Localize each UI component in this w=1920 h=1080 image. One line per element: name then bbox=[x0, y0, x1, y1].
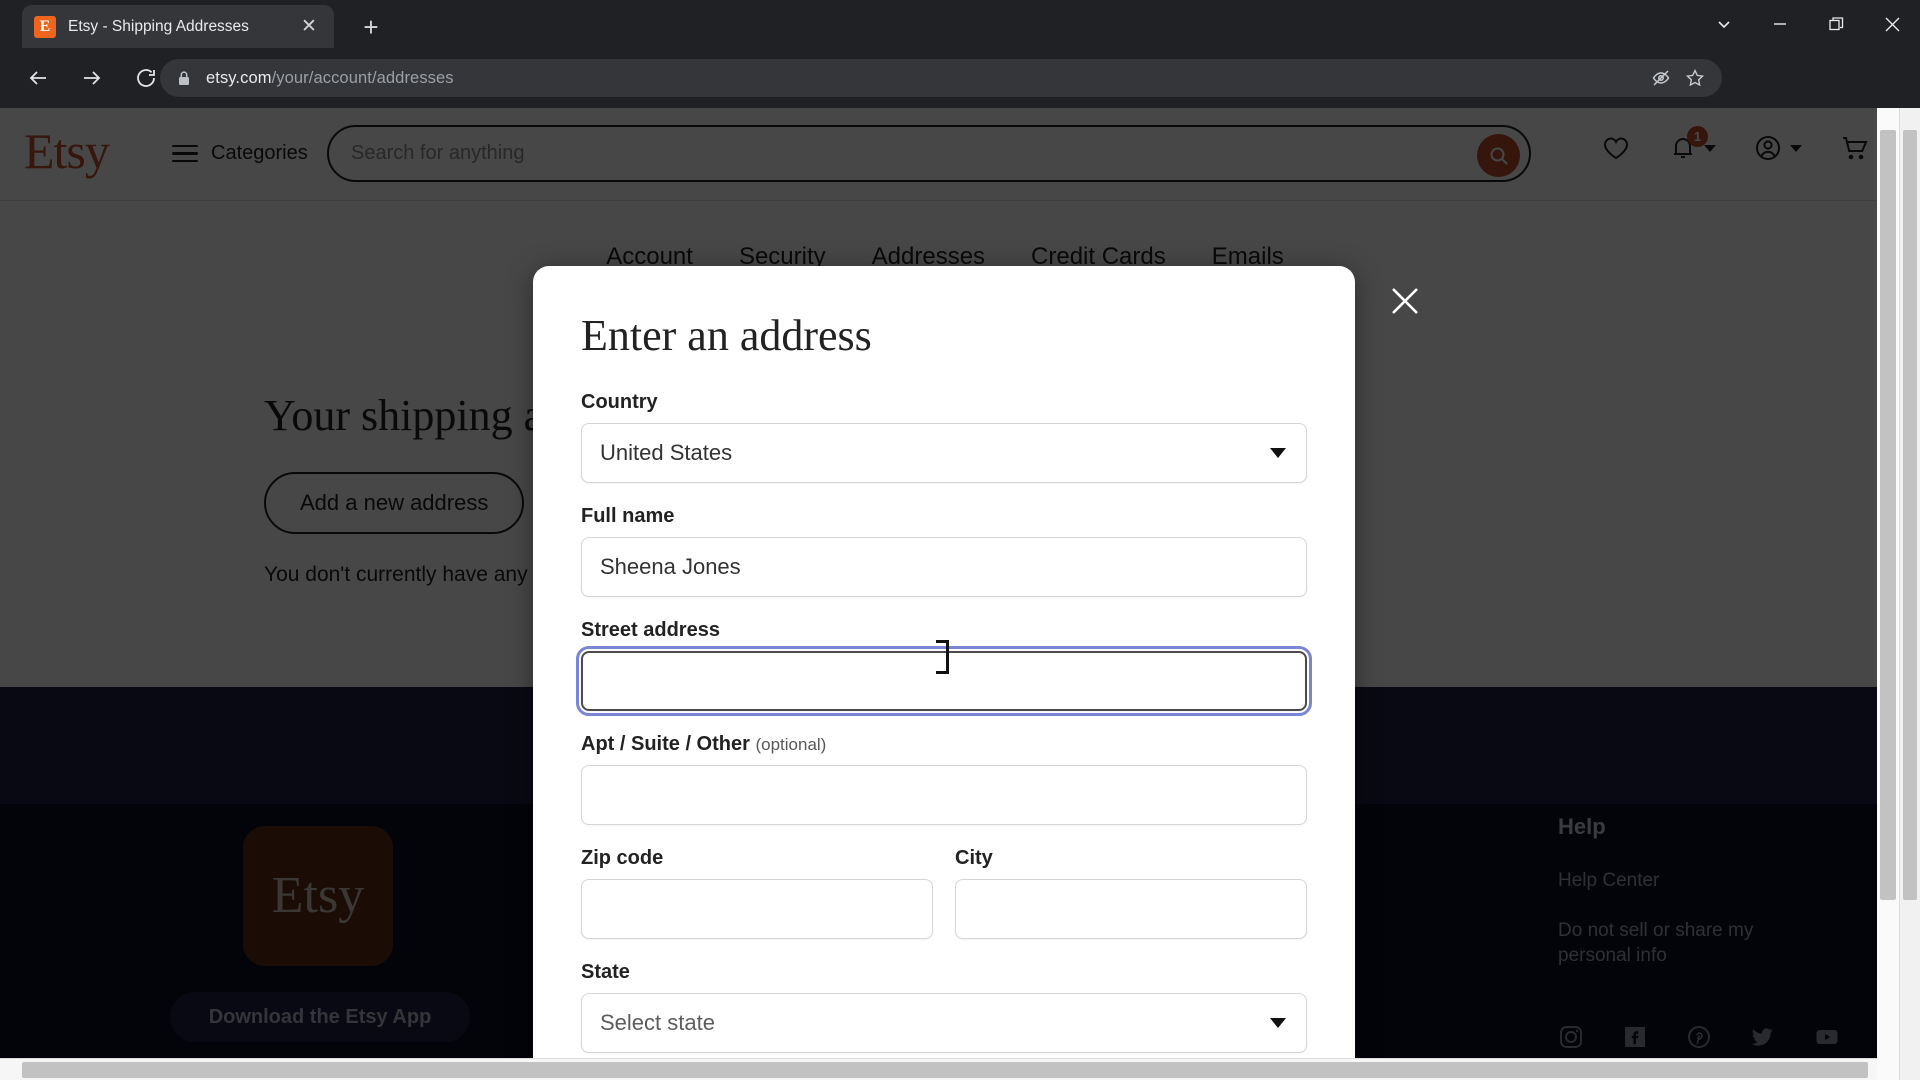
close-modal-icon[interactable] bbox=[1388, 284, 1422, 318]
city-label: City bbox=[955, 847, 993, 869]
text-cursor bbox=[936, 640, 949, 674]
full-name-label: Full name bbox=[581, 505, 675, 527]
tab-title: Etsy - Shipping Addresses bbox=[68, 17, 249, 35]
chevron-down-icon bbox=[1270, 448, 1286, 458]
zip-code-input[interactable] bbox=[581, 879, 933, 939]
field-city: City bbox=[955, 847, 1307, 939]
scroll-down-arrow-icon[interactable] bbox=[1877, 1059, 1899, 1080]
page-viewport: Etsy Categories Search for anything bbox=[0, 108, 1920, 1080]
etsy-page: Etsy Categories Search for anything bbox=[0, 108, 1890, 1080]
tab-search-icon[interactable] bbox=[1696, 0, 1752, 48]
browser-window: E Etsy - Shipping Addresses ✕ + etsy.com… bbox=[0, 0, 1920, 1080]
browser-tab[interactable]: E Etsy - Shipping Addresses ✕ bbox=[22, 5, 334, 48]
back-arrow-icon[interactable] bbox=[16, 56, 60, 100]
window-scroll-thumb[interactable] bbox=[1903, 130, 1917, 900]
zip-code-label: Zip code bbox=[581, 847, 664, 869]
horizontal-scrollbar[interactable] bbox=[0, 1058, 1890, 1080]
horizontal-scroll-thumb[interactable] bbox=[22, 1062, 1868, 1078]
scroll-up-arrow-icon[interactable] bbox=[1900, 108, 1920, 129]
field-apt-suite: Apt / Suite / Other (optional) bbox=[581, 733, 1307, 825]
apt-suite-label-text: Apt / Suite / Other bbox=[581, 733, 750, 755]
scroll-down-arrow-icon[interactable] bbox=[1900, 1059, 1920, 1080]
minimize-icon[interactable] bbox=[1752, 0, 1808, 48]
state-label: State bbox=[581, 961, 630, 983]
country-select[interactable]: United States bbox=[581, 423, 1307, 483]
window-vertical-scrollbar[interactable] bbox=[1899, 108, 1920, 1080]
close-icon[interactable] bbox=[1864, 0, 1920, 48]
street-address-input[interactable] bbox=[576, 646, 1312, 716]
scroll-left-arrow-icon[interactable] bbox=[0, 1059, 21, 1080]
maximize-icon[interactable] bbox=[1808, 0, 1864, 48]
modal-layer: Enter an address Country United States F… bbox=[0, 108, 1890, 1080]
apt-suite-optional: (optional) bbox=[755, 735, 827, 754]
apt-suite-label: Apt / Suite / Other (optional) bbox=[581, 733, 1307, 756]
field-full-name: Full name Sheena Jones bbox=[581, 505, 1307, 597]
field-street-address: Street address bbox=[576, 619, 1312, 716]
browser-toolbar: etsy.com/your/account/addresses bbox=[0, 48, 1920, 144]
field-zip-code: Zip code bbox=[581, 847, 933, 939]
window-controls bbox=[1696, 0, 1920, 48]
apt-suite-input[interactable] bbox=[581, 765, 1307, 825]
street-address-label: Street address bbox=[581, 619, 720, 641]
country-value: United States bbox=[600, 440, 733, 465]
field-state: State Select state bbox=[581, 961, 1307, 1053]
forward-arrow-icon[interactable] bbox=[70, 56, 114, 100]
country-label: Country bbox=[581, 391, 658, 413]
field-country: Country United States bbox=[581, 391, 1307, 483]
city-input[interactable] bbox=[955, 879, 1307, 939]
tab-strip: E Etsy - Shipping Addresses ✕ + bbox=[0, 0, 1920, 48]
chevron-down-icon bbox=[1270, 1018, 1286, 1028]
url-path: /your/account/addresses bbox=[271, 68, 454, 87]
modal-title: Enter an address bbox=[581, 311, 872, 360]
new-tab-button[interactable]: + bbox=[355, 11, 387, 43]
state-value: Select state bbox=[600, 1010, 715, 1035]
full-name-input[interactable]: Sheena Jones bbox=[581, 537, 1307, 597]
page-scroll-thumb[interactable] bbox=[1880, 130, 1896, 900]
url-text: etsy.com/your/account/addresses bbox=[206, 69, 454, 88]
eye-slash-icon[interactable] bbox=[1646, 63, 1676, 93]
tab-close-icon[interactable]: ✕ bbox=[296, 14, 322, 40]
lock-icon bbox=[174, 70, 194, 86]
star-icon[interactable] bbox=[1680, 63, 1710, 93]
state-select[interactable]: Select state bbox=[581, 993, 1307, 1053]
scroll-up-arrow-icon[interactable] bbox=[1877, 108, 1899, 129]
url-domain: etsy.com bbox=[206, 68, 272, 87]
full-name-value: Sheena Jones bbox=[600, 554, 741, 579]
etsy-favicon: E bbox=[34, 15, 56, 38]
address-bar[interactable]: etsy.com/your/account/addresses bbox=[160, 59, 1722, 97]
zip-city-row: Zip code City bbox=[581, 847, 1307, 961]
omnibox-actions bbox=[1646, 59, 1710, 97]
page-vertical-scrollbar[interactable] bbox=[1877, 108, 1899, 1080]
